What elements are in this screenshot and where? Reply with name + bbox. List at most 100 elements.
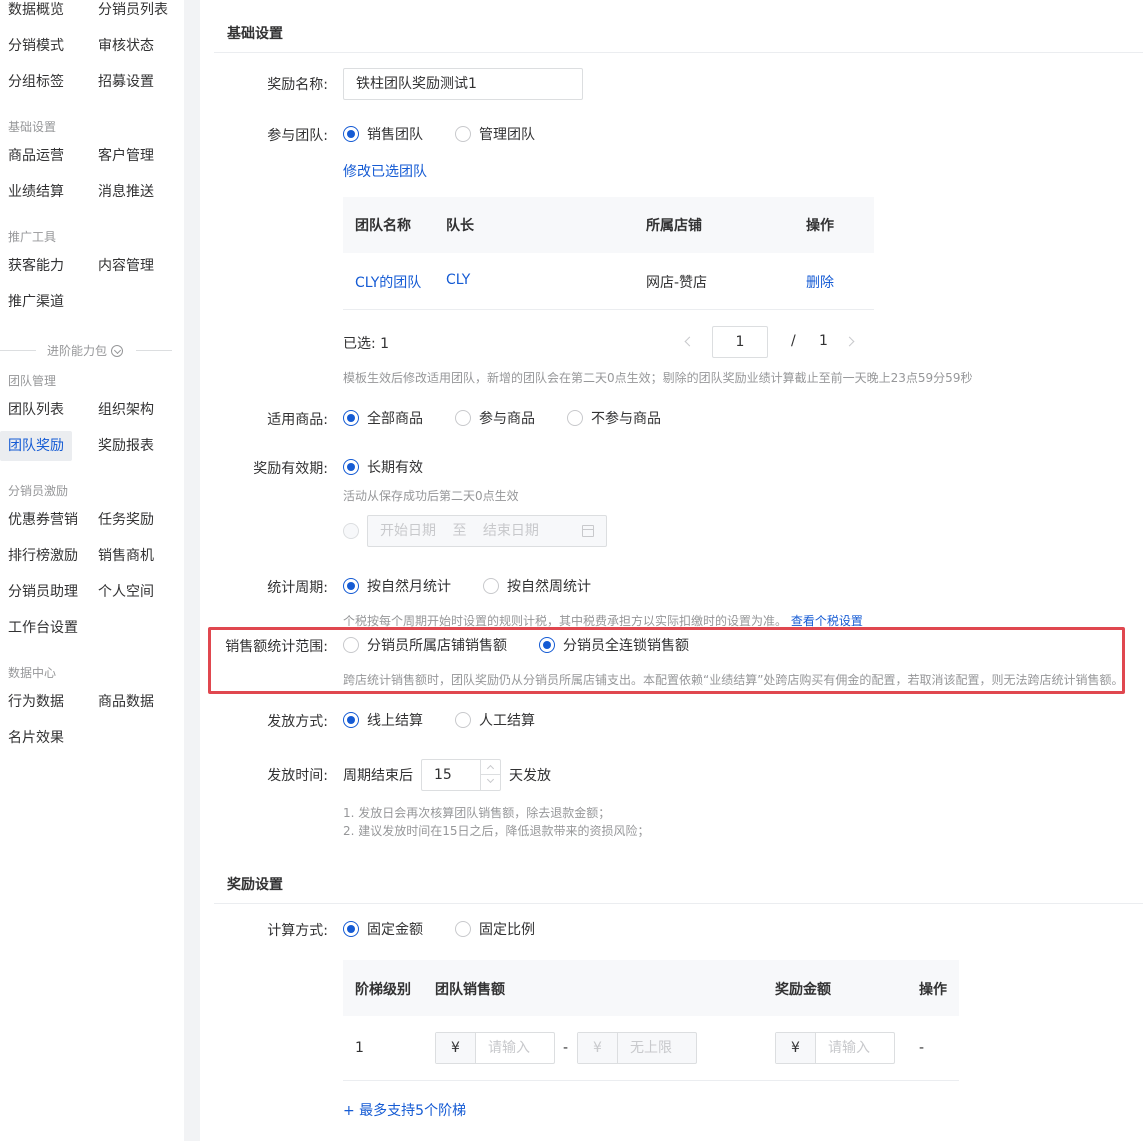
radio-checked-icon	[343, 126, 359, 142]
sales-max-input[interactable]: ¥ 无上限	[577, 1032, 697, 1064]
leader-cell[interactable]: CLY	[446, 272, 470, 288]
th-action: 操作	[806, 218, 834, 234]
th-tier-action: 操作	[919, 982, 947, 998]
pay-days-stepper[interactable]: 15	[421, 759, 501, 791]
nav-item-review-status[interactable]: 审核状态	[90, 31, 162, 61]
date-range-picker[interactable]: 开始日期 至 结束日期	[367, 515, 607, 547]
section-title-promo: 推广工具	[8, 230, 57, 244]
prev-page-icon[interactable]	[684, 336, 695, 347]
nav-item-acquisition[interactable]: 获客能力	[0, 251, 72, 281]
nav-item-reward-report[interactable]: 奖励报表	[90, 431, 162, 461]
radio-excluded-goods[interactable]: 不参与商品	[567, 409, 661, 429]
radio-checked-icon	[539, 637, 555, 653]
radio-fixed-ratio[interactable]: 固定比例	[455, 920, 535, 940]
nav-item-team-list[interactable]: 团队列表	[0, 395, 72, 425]
radio-participating-goods[interactable]: 参与商品	[455, 409, 535, 429]
goods-label: 适用商品:	[267, 412, 328, 428]
nav-item-goods-ops[interactable]: 商品运营	[0, 141, 72, 171]
divider	[0, 350, 36, 351]
radio-all-goods[interactable]: 全部商品	[343, 409, 423, 429]
currency-prefix: ¥	[436, 1033, 476, 1063]
pay-time-label: 发放时间:	[267, 768, 328, 784]
nav-item-task-reward[interactable]: 任务奖励	[90, 505, 162, 535]
nav-item-personal-space[interactable]: 个人空间	[90, 577, 162, 607]
nav-item-team-reward[interactable]: 团队奖励	[0, 431, 72, 461]
tier-table: 阶梯级别 团队销售额 奖励金额 操作 1 ¥ 请输入 - ¥ 无上限 ¥ 请输入…	[343, 960, 959, 1081]
nav-item-message-push[interactable]: 消息推送	[90, 177, 162, 207]
section-reward-title: 奖励设置	[227, 877, 283, 893]
radio-manage-team[interactable]: 管理团队	[455, 125, 535, 145]
nav-item-coupon[interactable]: 优惠券营销	[0, 505, 86, 535]
nav-item-group-tags[interactable]: 分组标签	[0, 67, 72, 97]
radio-unchecked-icon	[455, 126, 471, 142]
nav-item-customer-mgmt[interactable]: 客户管理	[90, 141, 162, 171]
radio-natural-month[interactable]: 按自然月统计	[343, 577, 451, 597]
step-up-button[interactable]	[481, 760, 501, 775]
nav-item-assistant[interactable]: 分销员助理	[0, 577, 86, 607]
section-title-incentive: 分销员激励	[8, 484, 69, 498]
nav-item-recruit-settings[interactable]: 招募设置	[90, 67, 162, 97]
modify-team-link[interactable]: 修改已选团队	[343, 161, 427, 181]
radio-fixed-amount[interactable]: 固定金额	[343, 920, 423, 940]
calendar-icon	[582, 525, 594, 537]
pay-time-suffix: 天发放	[509, 768, 551, 784]
nav-item-behavior-data[interactable]: 行为数据	[0, 687, 72, 717]
table-header: 阶梯级别 团队销售额 奖励金额 操作	[343, 960, 959, 1016]
nav-item-sales-opportunity[interactable]: 销售商机	[90, 541, 162, 571]
team-name-cell[interactable]: CLY的团队	[355, 272, 421, 292]
nav-item-card-effect[interactable]: 名片效果	[0, 723, 72, 753]
next-page-icon[interactable]	[844, 336, 855, 347]
nav-item-performance-settle[interactable]: 业绩结算	[0, 177, 72, 207]
pay-time-prefix: 周期结束后	[343, 768, 413, 784]
tax-settings-link[interactable]: 查看个税设置	[791, 614, 863, 628]
radio-unchecked-icon	[483, 578, 499, 594]
nav-item-content-mgmt[interactable]: 内容管理	[90, 251, 162, 281]
radio-natural-week[interactable]: 按自然周统计	[483, 577, 591, 597]
reward-name-input[interactable]: 铁柱团队奖励测试1	[343, 68, 583, 100]
advanced-pack-toggle[interactable]: 进阶能力包	[0, 341, 172, 361]
divider	[214, 903, 1143, 904]
sales-min-input[interactable]: ¥ 请输入	[435, 1032, 555, 1064]
nav-item-distributor-list[interactable]: 分销员列表	[90, 0, 176, 25]
section-title-basic: 基础设置	[8, 120, 57, 134]
pay-hint-1: 1. 发放日会再次核算团队销售额，除去退款金额；	[343, 806, 611, 820]
date-end-placeholder: 结束日期	[482, 523, 539, 539]
nav-item-goods-data[interactable]: 商品数据	[90, 687, 162, 717]
scope-label: 销售额统计范围:	[225, 639, 328, 655]
radio-date-range[interactable]	[343, 522, 367, 542]
reward-amount-placeholder: 请输入	[828, 1040, 870, 1056]
nav-item-data-overview[interactable]: 数据概览	[0, 0, 72, 25]
main-content: 基础设置 奖励名称: 铁柱团队奖励测试1 参与团队: 销售团队 管理团队 修改已…	[200, 0, 1143, 1141]
period-hint: 个税按每个周期开始时设置的规则计税，其中税费承担方以实际扣缴时的设置为准。	[343, 614, 788, 628]
caret-down-icon	[486, 775, 495, 784]
team-label: 参与团队:	[267, 128, 328, 144]
radio-long-term[interactable]: 长期有效	[343, 458, 423, 478]
nav-item-org-structure[interactable]: 组织架构	[90, 395, 162, 425]
shop-cell: 网店-赞店	[646, 275, 708, 291]
delete-team-link[interactable]: 删除	[806, 272, 834, 292]
tier-level-cell: 1	[355, 1040, 364, 1056]
pay-method-label: 发放方式:	[267, 714, 328, 730]
th-shop: 所属店铺	[646, 218, 702, 234]
nav-item-distribution-mode[interactable]: 分销模式	[0, 31, 72, 61]
radio-online-settle[interactable]: 线上结算	[343, 711, 423, 731]
layout-gutter	[184, 0, 200, 1141]
radio-own-shop-sales[interactable]: 分销员所属店铺销售额	[343, 636, 507, 656]
calc-method-label: 计算方式:	[267, 923, 328, 939]
radio-sales-team[interactable]: 销售团队	[343, 125, 423, 145]
nav-item-leaderboard[interactable]: 排行榜激励	[0, 541, 86, 571]
page-total: 1	[819, 333, 828, 349]
tier-action-cell: -	[919, 1040, 925, 1056]
radio-checked-icon	[343, 459, 359, 475]
radio-chain-sales[interactable]: 分销员全连锁销售额	[539, 636, 689, 656]
reward-amount-input[interactable]: ¥ 请输入	[775, 1032, 895, 1064]
step-down-button[interactable]	[481, 775, 501, 790]
page-input[interactable]: 1	[712, 326, 768, 358]
add-tier-link[interactable]: + 最多支持5个阶梯	[343, 1100, 466, 1120]
radio-manual-settle[interactable]: 人工结算	[455, 711, 535, 731]
section-title-data: 数据中心	[8, 666, 57, 680]
divider	[343, 309, 874, 310]
radio-checked-icon	[343, 921, 359, 937]
nav-item-workbench[interactable]: 工作台设置	[0, 613, 86, 643]
nav-item-promo-channel[interactable]: 推广渠道	[0, 287, 72, 317]
